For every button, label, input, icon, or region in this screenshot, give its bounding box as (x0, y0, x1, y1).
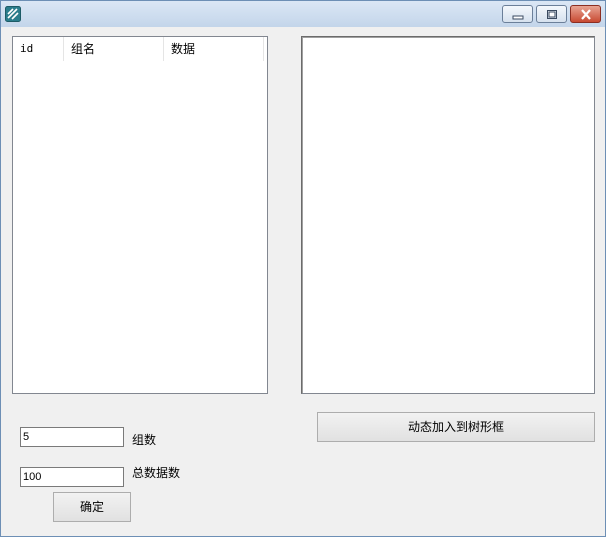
minimize-icon (512, 15, 524, 20)
list-header: id 组名 数据 (13, 37, 267, 61)
total-data-count-input[interactable]: 100 (20, 467, 124, 487)
column-header-group-name[interactable]: 组名 (64, 37, 164, 61)
group-list-view[interactable]: id 组名 数据 (12, 36, 268, 394)
group-count-input[interactable]: 5 (20, 427, 124, 447)
app-icon (5, 6, 21, 22)
add-to-tree-button[interactable]: 动态加入到树形框 (317, 412, 595, 442)
maximize-button[interactable] (536, 5, 567, 23)
minimize-button[interactable] (502, 5, 533, 23)
group-count-label: 组数 (132, 433, 157, 447)
title-bar[interactable] (1, 1, 605, 27)
column-header-data[interactable]: 数据 (164, 37, 264, 61)
ok-button[interactable]: 确定 (53, 492, 131, 522)
close-button[interactable] (570, 5, 601, 23)
tree-view[interactable] (301, 36, 595, 394)
column-header-id[interactable]: id (13, 37, 64, 61)
maximize-icon (547, 10, 557, 19)
close-icon (581, 9, 591, 20)
total-data-count-label: 总数据数 (132, 466, 181, 480)
main-window: id 组名 数据 动态加入到树形框 5 组数 100 总数据数 确定 (0, 0, 606, 537)
